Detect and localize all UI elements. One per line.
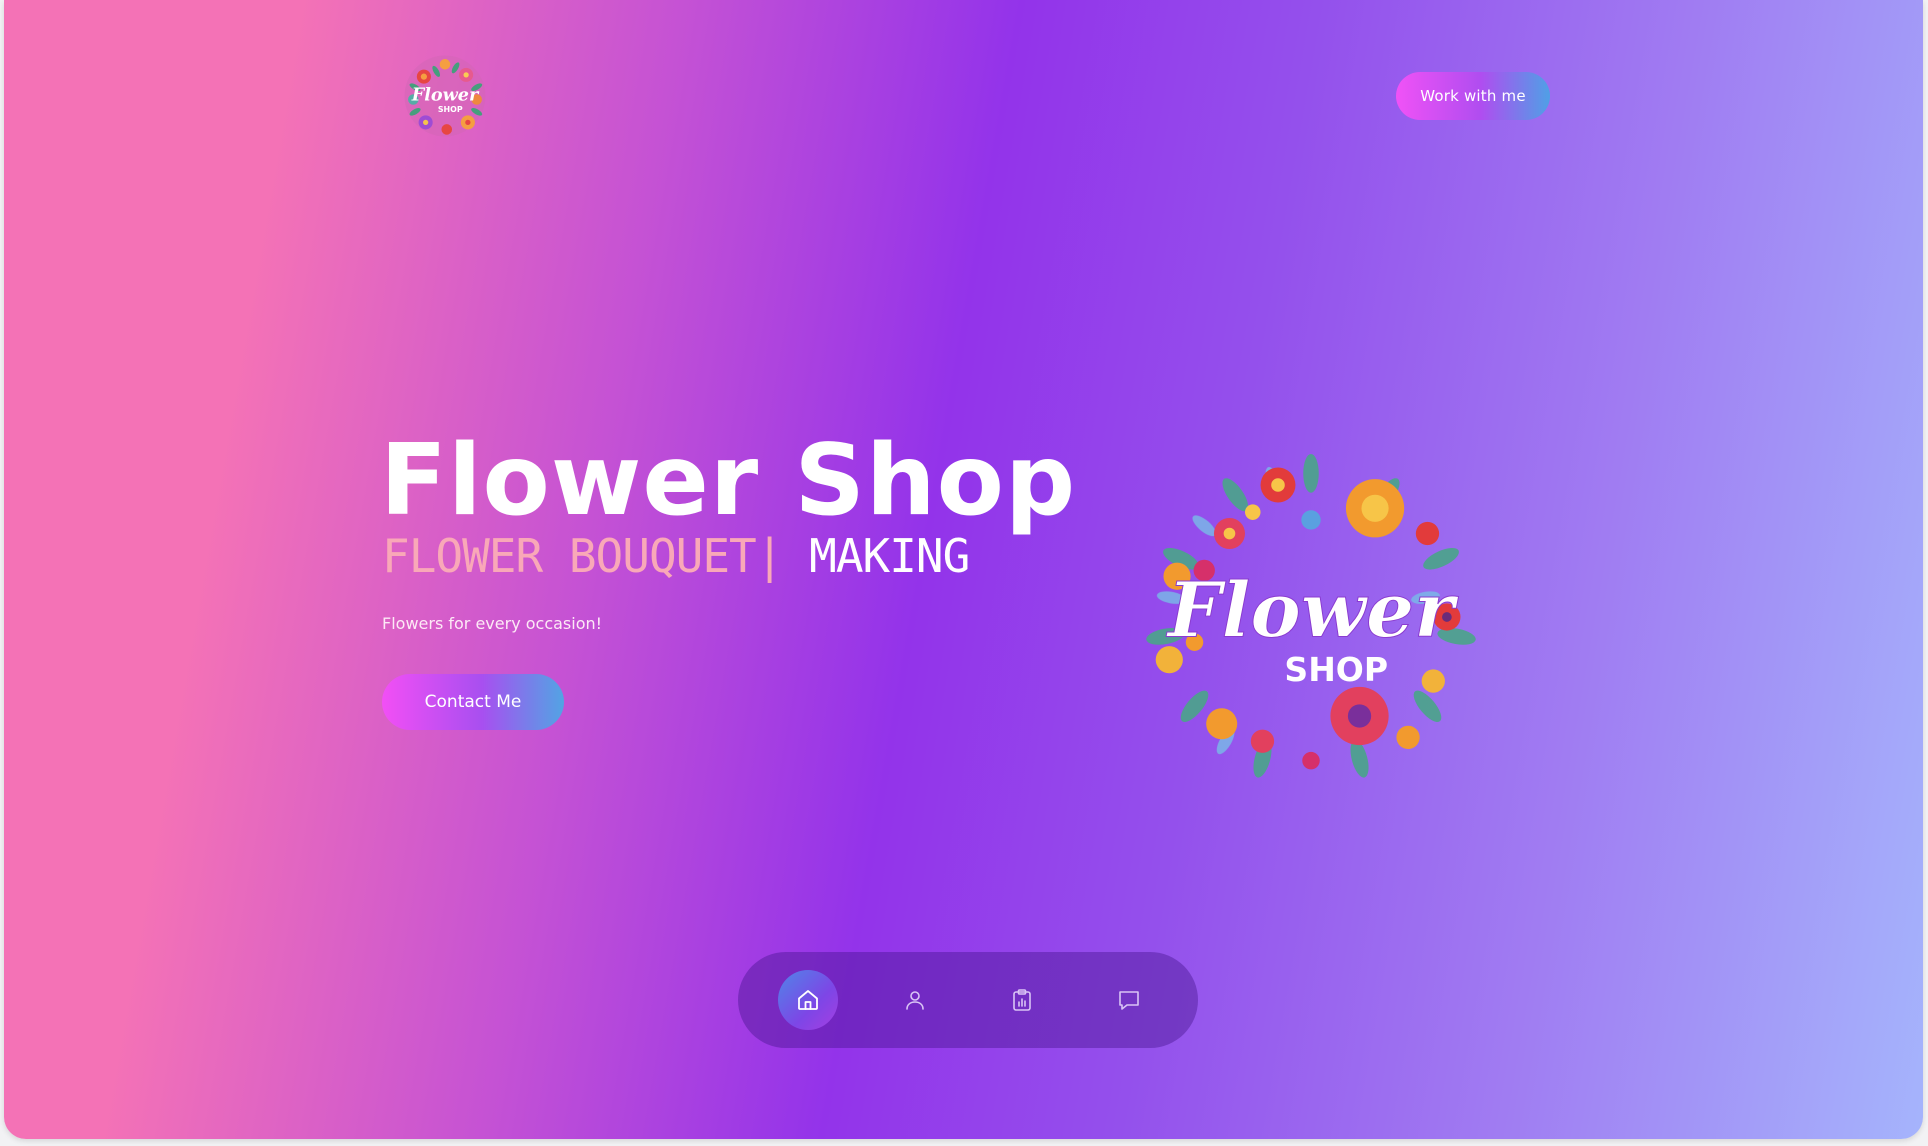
hero-tagline: Flowers for every occasion!: [382, 614, 603, 633]
hero-logo-text-top: Flower: [1166, 565, 1459, 654]
hero-subtitle-typed: FLOWER BOUQUET: [382, 529, 757, 583]
hero-title: Flower Shop: [380, 424, 1077, 538]
page-frame: Flower SHOP Work with me Flower Shop FLO…: [4, 0, 1923, 1139]
flower-shop-logo[interactable]: Flower SHOP: [401, 52, 489, 140]
user-icon: [905, 991, 924, 1010]
nav-portfolio[interactable]: [992, 970, 1052, 1030]
contact-me-button[interactable]: Contact Me: [382, 674, 564, 730]
chat-icon: [1118, 991, 1139, 1010]
work-with-me-button[interactable]: Work with me: [1396, 72, 1550, 120]
hero-subtitle: FLOWER BOUQUET| MAKING: [382, 533, 970, 579]
nav-home[interactable]: [777, 970, 838, 1030]
clipboard-chart-icon: [1012, 989, 1031, 1011]
typing-cursor: |: [755, 529, 784, 583]
hero-logo-text-bottom: SHOP: [1284, 650, 1388, 689]
logo-small-text-bottom: SHOP: [438, 105, 463, 114]
logo-small-text-top: Flower: [411, 84, 480, 105]
nav-contact[interactable]: [1099, 970, 1159, 1030]
flower-shop-hero-logo: Flower SHOP: [1146, 453, 1476, 778]
hero-subtitle-rest: MAKING: [782, 529, 970, 583]
home-icon: [797, 990, 818, 1010]
bottom-navigation: [738, 952, 1198, 1048]
nav-about[interactable]: [885, 970, 945, 1030]
